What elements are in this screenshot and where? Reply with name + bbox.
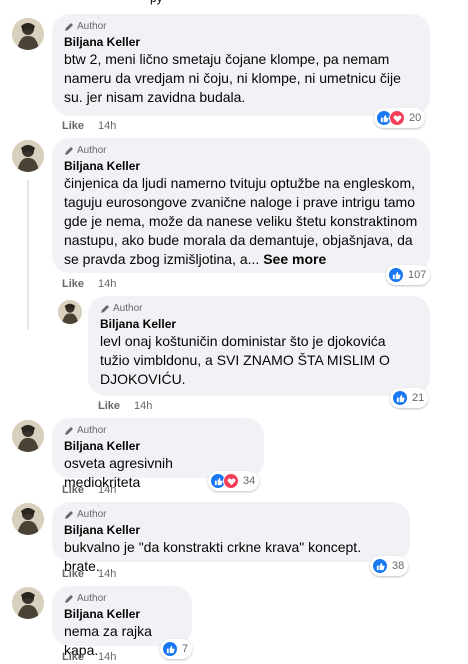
author-label: Author bbox=[77, 144, 107, 156]
profile-photo-icon bbox=[12, 140, 44, 172]
commenter-name[interactable]: Biljana Keller bbox=[64, 606, 180, 622]
like-button[interactable]: Like bbox=[62, 650, 84, 664]
author-badge: Author bbox=[64, 508, 398, 521]
author-badge: Author bbox=[64, 144, 418, 157]
reaction-count: 7 bbox=[182, 643, 189, 655]
reaction-summary[interactable]: 7 bbox=[160, 639, 193, 659]
thread-connector bbox=[27, 180, 29, 330]
like-button[interactable]: Like bbox=[62, 483, 84, 497]
like-icon bbox=[388, 267, 404, 283]
avatar[interactable] bbox=[58, 300, 82, 324]
comment-bubble: Author Biljana Keller bukvalno je "da ko… bbox=[52, 502, 410, 574]
reaction-count: 38 bbox=[392, 560, 405, 572]
like-icon bbox=[372, 558, 388, 574]
timestamp[interactable]: 14h bbox=[134, 399, 152, 413]
commenter-name[interactable]: Biljana Keller bbox=[64, 158, 418, 174]
commenter-name[interactable]: Biljana Keller bbox=[64, 34, 418, 50]
comment-actions: Like 14h bbox=[62, 119, 116, 133]
comment-actions: Like 14h bbox=[62, 277, 116, 291]
author-label: Author bbox=[77, 508, 107, 520]
author-badge: Author bbox=[64, 20, 418, 33]
profile-photo-icon bbox=[12, 587, 44, 619]
comment-actions: Like 14h bbox=[62, 483, 116, 497]
profile-photo-icon bbox=[12, 420, 44, 452]
reaction-summary[interactable]: 38 bbox=[370, 556, 409, 576]
love-icon bbox=[223, 473, 239, 489]
reaction-summary[interactable]: 21 bbox=[390, 388, 429, 408]
reaction-summary[interactable]: 20 bbox=[374, 108, 426, 128]
avatar[interactable] bbox=[12, 420, 44, 452]
comment-text-content: činjenica da ljudi namerno tvituju optuž… bbox=[64, 175, 418, 267]
comment-text: btw 2, meni lično smetaju čojane klompe,… bbox=[64, 51, 401, 105]
author-label: Author bbox=[77, 592, 107, 604]
reaction-count: 21 bbox=[412, 392, 425, 404]
reaction-summary[interactable]: 34 bbox=[208, 471, 260, 491]
pencil-icon bbox=[65, 22, 73, 31]
comment-bubble: Author Biljana Keller osveta agresivnih … bbox=[52, 418, 264, 490]
comment-text: činjenica da ljudi namerno tvituju optuž… bbox=[64, 174, 418, 269]
pencil-icon bbox=[65, 510, 73, 519]
cut-off-text: py bbox=[150, 0, 163, 5]
like-icon bbox=[162, 641, 178, 657]
like-button[interactable]: Like bbox=[62, 277, 84, 291]
comment-actions: Like 14h bbox=[98, 399, 152, 413]
timestamp[interactable]: 14h bbox=[98, 483, 116, 497]
profile-photo-icon bbox=[12, 18, 44, 50]
comment-bubble: Author Biljana Keller nema za rajka kapa… bbox=[52, 586, 192, 658]
avatar[interactable] bbox=[12, 140, 44, 172]
pencil-icon bbox=[65, 426, 73, 435]
author-label: Author bbox=[77, 20, 107, 32]
timestamp[interactable]: 14h bbox=[98, 119, 116, 133]
author-badge: Author bbox=[64, 592, 180, 605]
author-label: Author bbox=[113, 302, 143, 314]
pencil-icon bbox=[65, 146, 73, 155]
pencil-icon bbox=[101, 304, 109, 313]
comment-actions: Like 14h bbox=[62, 567, 116, 581]
commenter-name[interactable]: Biljana Keller bbox=[64, 438, 252, 454]
reaction-count: 107 bbox=[408, 269, 427, 281]
cut-off-previous-line: py bbox=[0, 0, 468, 8]
avatar[interactable] bbox=[12, 18, 44, 50]
profile-photo-icon bbox=[58, 300, 82, 324]
like-button[interactable]: Like bbox=[62, 119, 84, 133]
reaction-count: 34 bbox=[243, 475, 256, 487]
avatar[interactable] bbox=[12, 587, 44, 619]
profile-photo-icon bbox=[12, 503, 44, 535]
like-icon bbox=[392, 390, 408, 406]
like-button[interactable]: Like bbox=[98, 399, 120, 413]
pencil-icon bbox=[65, 594, 73, 603]
comment-bubble: Author Biljana Keller levl onaj koštunič… bbox=[88, 296, 430, 396]
comment-bubble: Author Biljana Keller činjenica da ljudi… bbox=[52, 138, 430, 273]
comment-actions: Like 14h bbox=[62, 650, 116, 664]
commenter-name[interactable]: Biljana Keller bbox=[100, 316, 418, 332]
reaction-count: 20 bbox=[409, 112, 422, 124]
comment-bubble: Author Biljana Keller btw 2, meni lično … bbox=[52, 14, 430, 116]
comment-text: levl onaj koštuničin doministar što je d… bbox=[100, 333, 390, 387]
see-more-link[interactable]: See more bbox=[263, 251, 326, 267]
timestamp[interactable]: 14h bbox=[98, 277, 116, 291]
author-badge: Author bbox=[100, 302, 418, 315]
avatar[interactable] bbox=[12, 503, 44, 535]
love-icon bbox=[389, 110, 405, 126]
author-label: Author bbox=[77, 424, 107, 436]
author-badge: Author bbox=[64, 424, 252, 437]
reaction-summary[interactable]: 107 bbox=[386, 265, 431, 285]
timestamp[interactable]: 14h bbox=[98, 650, 116, 664]
commenter-name[interactable]: Biljana Keller bbox=[64, 522, 398, 538]
like-button[interactable]: Like bbox=[62, 567, 84, 581]
timestamp[interactable]: 14h bbox=[98, 567, 116, 581]
